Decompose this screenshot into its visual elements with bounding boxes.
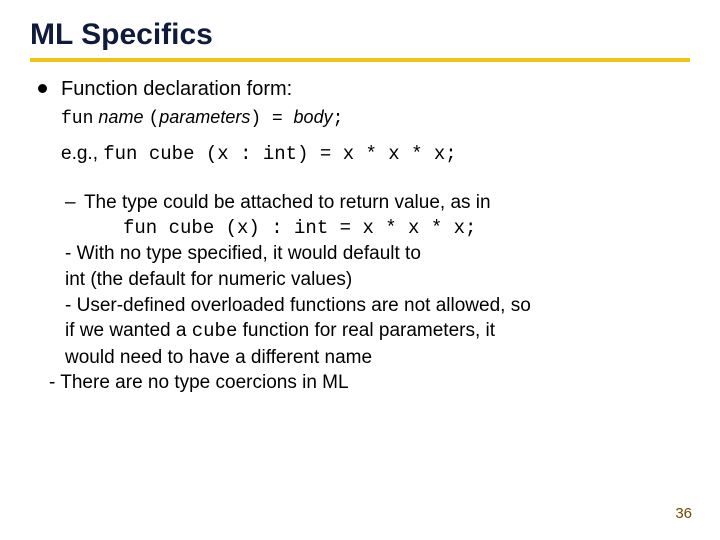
slide-content: Function declaration form: fun name (par…: [30, 76, 690, 396]
bullet-heading: Function declaration form:: [61, 78, 292, 100]
decl-body: body: [294, 107, 333, 127]
decl-semi: ;: [333, 109, 344, 129]
eg-code: fun cube (x : int) = x * x * x;: [103, 143, 456, 165]
sub-code-cube: cube: [192, 320, 238, 342]
bullet-icon: [38, 84, 47, 93]
slide-title: ML Specifics: [30, 18, 690, 62]
decl-params: parameters: [159, 107, 250, 127]
function-declaration-form: fun name (parameters) = body;: [61, 105, 690, 131]
page-number: 36: [675, 505, 692, 522]
sub-code-1: fun cube (x) : int = x * x * x;: [65, 216, 690, 242]
sub-text-6a: if we wanted a: [65, 320, 192, 341]
sub-line-6: if we wanted a cube function for real pa…: [65, 318, 690, 345]
decl-close: ) =: [250, 109, 293, 129]
eg-prefix: e.g.,: [61, 143, 103, 164]
example-line: e.g., fun cube (x : int) = x * x * x;: [61, 141, 690, 168]
bullet-item: Function declaration form: fun name (par…: [38, 76, 690, 396]
sub-line-4: int (the default for numeric values): [65, 267, 690, 293]
bullet-body: Function declaration form: fun name (par…: [61, 76, 690, 396]
sub-line-1: – The type could be attached to return v…: [65, 190, 690, 216]
decl-name: name: [98, 107, 143, 127]
sub-line-8: - There are no type coercions in ML: [49, 370, 690, 396]
sub-line-5: - User-defined overloaded functions are …: [65, 293, 690, 319]
kw-fun: fun: [61, 109, 93, 129]
decl-open: (: [148, 109, 159, 129]
sub-line-7: would need to have a different name: [65, 345, 690, 371]
sub-text-1: The type could be attached to return val…: [84, 192, 491, 213]
sub-points: – The type could be attached to return v…: [65, 190, 690, 396]
sub-text-6c: function for real parameters, it: [237, 320, 495, 341]
slide: ML Specifics Function declaration form: …: [0, 0, 720, 396]
sub-line-3: - With no type specified, it would defau…: [65, 241, 690, 267]
